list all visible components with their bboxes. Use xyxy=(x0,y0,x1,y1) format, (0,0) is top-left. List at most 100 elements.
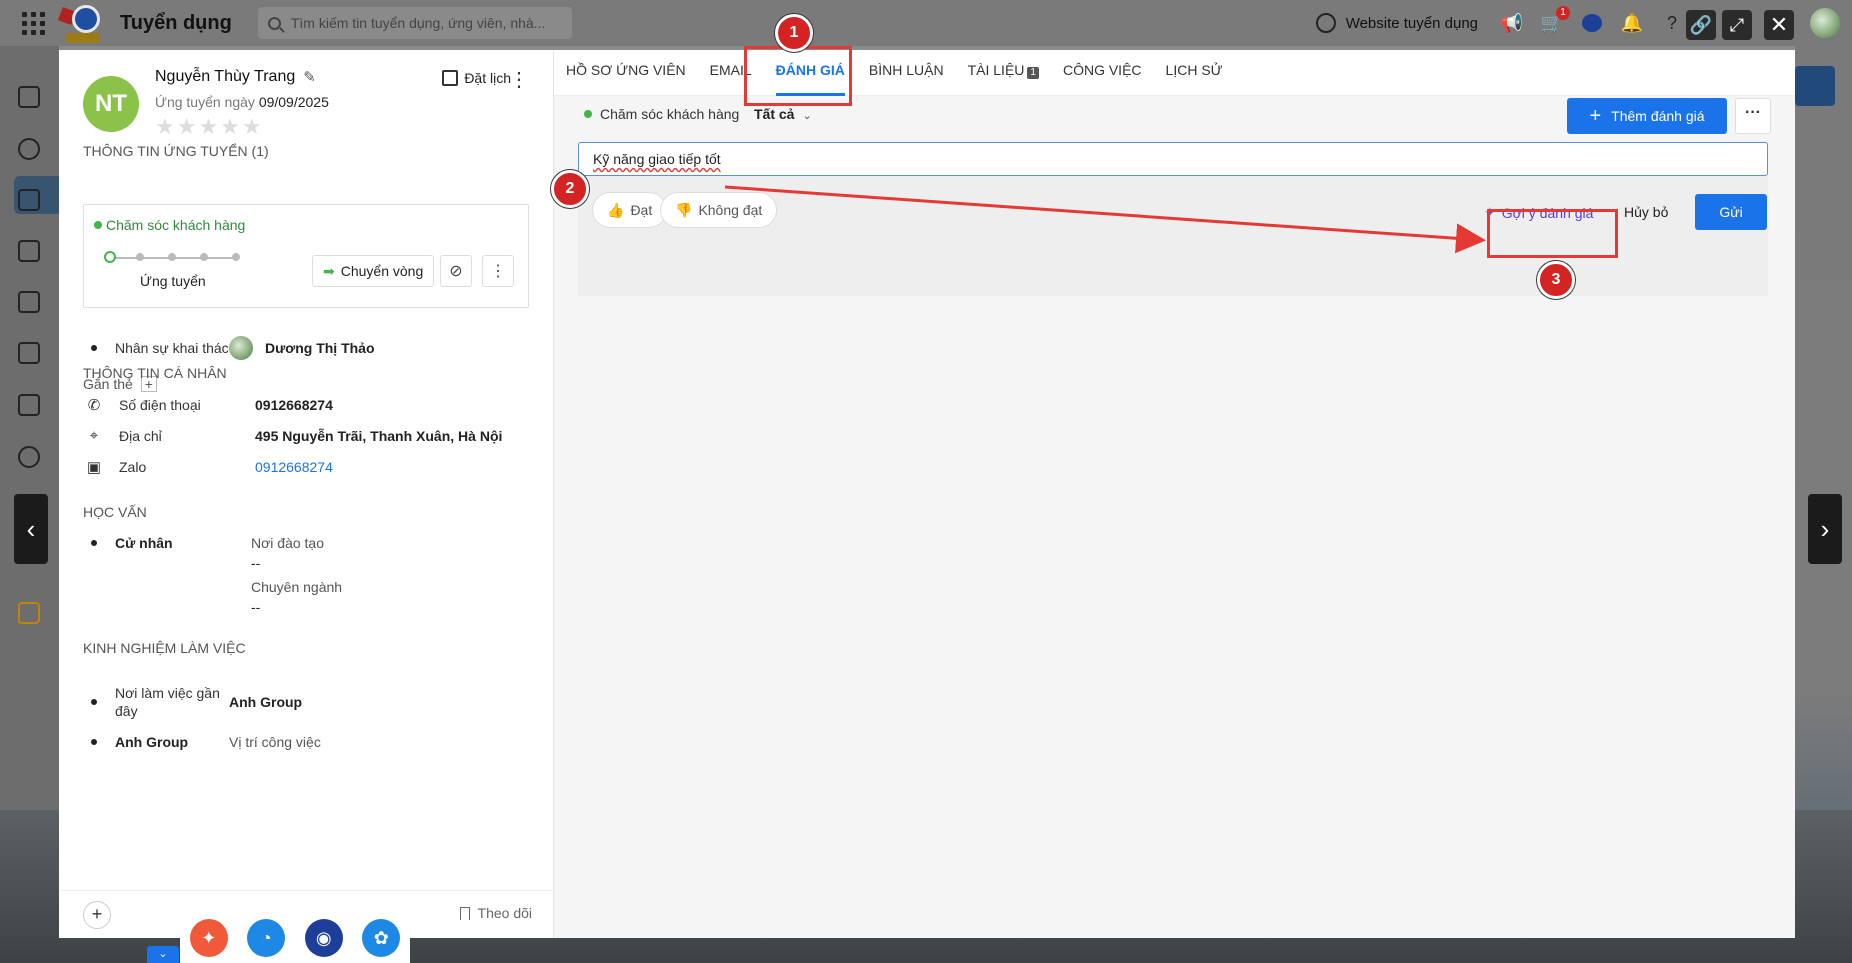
messenger-icon[interactable]: ◔ xyxy=(247,919,286,957)
previous-candidate-arrow[interactable]: ‹ xyxy=(14,494,48,564)
tab-comments[interactable]: BÌNH LUẬN xyxy=(869,50,944,96)
users-icon[interactable] xyxy=(18,138,40,160)
pass-button[interactable]: 👍 Đạt xyxy=(592,192,668,228)
move-stage-button[interactable]: ➡ Chuyển vòng xyxy=(312,255,435,287)
scope-filter-dropdown[interactable]: Tất cả ⌄ xyxy=(754,106,812,122)
recruiter-avatar xyxy=(229,336,253,360)
pipeline-filter[interactable]: Chăm sóc khách hàng xyxy=(584,106,739,122)
bot-icon[interactable]: ◉ xyxy=(304,919,343,957)
tab-documents[interactable]: TÀI LIỆU 1 xyxy=(968,50,1039,96)
send-button[interactable]: Gửi xyxy=(1695,194,1767,230)
school-value: -- xyxy=(251,555,261,571)
collapse-dock-icon[interactable]: ⌄ xyxy=(147,946,179,963)
more-vertical-icon[interactable]: ⋮ xyxy=(482,255,514,287)
candidate-avatar: NT xyxy=(83,76,139,132)
more-actions-button[interactable]: ··· xyxy=(1735,98,1771,134)
follow-button[interactable]: Theo dõi xyxy=(459,905,532,921)
search-placeholder: Tìm kiếm tin tuyển dụng, ứng viên, nhà..… xyxy=(290,15,546,31)
thumbs-down-icon: 👎 xyxy=(675,201,693,218)
application-section-title: THÔNG TIN ỨNG TUYỂN (1) xyxy=(83,143,269,159)
edit-pencil-icon[interactable]: ✎ xyxy=(303,68,316,86)
candidate-profile-panel: NT Nguyễn Thùy Trang ✎ Ứng tuyển ngày 09… xyxy=(59,50,554,938)
tab-history[interactable]: LỊCH SỬ xyxy=(1166,50,1223,96)
schedule-button[interactable]: Đặt lịch xyxy=(442,70,511,86)
arrow-right-icon: ➡ xyxy=(323,262,335,279)
education-section-title: HỌC VẤN xyxy=(83,504,147,520)
candidate-name: Nguyễn Thùy Trang xyxy=(155,68,296,85)
position-label: Vị trí công việc xyxy=(229,734,321,750)
zalo-icon: ▣ xyxy=(86,459,102,476)
next-candidate-arrow[interactable]: › xyxy=(1808,494,1842,564)
team-icon[interactable]: ✿ xyxy=(362,919,401,957)
contact-icon[interactable] xyxy=(18,240,40,262)
degree-value: Cử nhân xyxy=(115,535,173,551)
block-icon[interactable]: ⊘ xyxy=(440,255,472,287)
app-title: Tuyển dụng xyxy=(120,11,232,34)
address-row: ⌖ Địa chỉ 495 Nguyễn Trãi, Thanh Xuân, H… xyxy=(83,427,503,444)
status-dot-icon xyxy=(94,221,102,229)
phone-icon: ✆ xyxy=(87,397,101,414)
thumbs-up-icon: 👍 xyxy=(607,201,625,218)
address-value: 495 Nguyễn Trãi, Thanh Xuân, Hà Nội xyxy=(255,427,503,444)
add-evaluation-button[interactable]: + Thêm đánh giá xyxy=(1567,98,1727,134)
calendar-icon[interactable] xyxy=(18,189,40,211)
company-name: Anh Group xyxy=(115,734,189,750)
bell-icon[interactable]: 🔔 xyxy=(1620,11,1644,35)
ai-assistant-icon[interactable]: ✦ xyxy=(189,919,228,957)
tab-candidate-profile[interactable]: HỒ SƠ ỨNG VIÊN xyxy=(566,50,686,96)
copy-link-icon[interactable]: 🔗 xyxy=(1686,10,1716,40)
fail-button[interactable]: 👎 Không đạt xyxy=(660,192,778,228)
school-label: Nơi đào tạo xyxy=(251,535,325,551)
personal-section-title: THÔNG TIN CÁ NHÂN xyxy=(83,365,227,381)
help-icon[interactable]: ? xyxy=(1660,11,1684,35)
step-marker-3: 3 xyxy=(1537,261,1575,299)
top-bar: Tuyển dụng Tìm kiếm tin tuyển dụng, ứng … xyxy=(0,0,1852,46)
quick-dock: ✦ ◔ ◉ ✿ xyxy=(180,913,410,963)
experience-section-title: KINH NGHIỆM LÀM VIỆC xyxy=(83,640,246,656)
step-marker-2: 2 xyxy=(551,170,589,208)
education-row: Cử nhân Nơi đào tạo -- Chuyên ngành -- xyxy=(83,535,342,615)
board-icon[interactable] xyxy=(18,291,40,313)
cancel-button[interactable]: Hủy bỏ xyxy=(1624,204,1668,220)
notification-badge: 1 xyxy=(1556,6,1570,20)
detail-panel: HỒ SƠ ỨNG VIÊN EMAIL ĐÁNH GIÁ BÌNH LUẬN … xyxy=(554,50,1795,938)
recent-workplace-value: Anh Group xyxy=(229,694,303,710)
gift-icon[interactable] xyxy=(18,602,40,624)
company-row: Anh Group Vị trí công việc xyxy=(83,734,321,750)
cart-icon[interactable]: 🛒 1 xyxy=(1540,6,1570,35)
fullscreen-icon[interactable]: ⤢ xyxy=(1722,10,1752,40)
highlight-tab-evaluation xyxy=(744,46,852,106)
globe-icon xyxy=(1315,13,1336,33)
message-icon[interactable] xyxy=(18,446,40,468)
calendar-add-icon xyxy=(442,70,459,86)
applied-date: Ứng tuyển ngày 09/09/2025 xyxy=(155,94,329,110)
website-link[interactable]: Website tuyển dụng xyxy=(1315,13,1478,33)
pipeline-name[interactable]: Chăm sóc khách hàng xyxy=(106,217,245,233)
recruiter-row: Nhân sự khai thác Dương Thị Thảo xyxy=(83,336,375,360)
detail-tabs: HỒ SƠ ỨNG VIÊN EMAIL ĐÁNH GIÁ BÌNH LUẬN … xyxy=(554,50,1795,96)
global-search-input[interactable]: Tìm kiếm tin tuyển dụng, ứng viên, nhà..… xyxy=(257,7,572,39)
add-icon[interactable]: + xyxy=(83,900,111,929)
more-options-icon[interactable]: ⋮ xyxy=(509,70,529,90)
clipboard-icon[interactable] xyxy=(18,342,40,364)
plus-icon: + xyxy=(1589,104,1602,127)
recent-workplace-row: Nơi làm việc gần đây Anh Group xyxy=(83,684,302,720)
user-avatar[interactable] xyxy=(1810,8,1840,38)
stage-progress xyxy=(104,251,240,263)
megaphone-icon[interactable]: 📢 xyxy=(1500,11,1524,35)
close-icon[interactable]: ✕ xyxy=(1764,10,1794,40)
chevron-down-icon: ⌄ xyxy=(802,110,812,122)
mail-icon[interactable] xyxy=(18,394,40,416)
candidate-modal: NT Nguyễn Thùy Trang ✎ Ứng tuyển ngày 09… xyxy=(59,50,1795,938)
major-label: Chuyên ngành xyxy=(251,579,343,595)
tab-tasks[interactable]: CÔNG VIỆC xyxy=(1063,50,1142,96)
chat-icon[interactable] xyxy=(1580,11,1604,35)
app-logo xyxy=(58,3,102,43)
pipeline-card: Chăm sóc khách hàng Ứng tuyển ➡ Chuyển v… xyxy=(83,204,529,308)
evaluation-input[interactable]: Kỹ năng giao tiếp tốt xyxy=(578,142,1768,176)
rating-stars[interactable]: ★★★★★ xyxy=(155,114,329,140)
dashboard-icon[interactable] xyxy=(18,86,40,108)
apps-grid-icon[interactable] xyxy=(18,8,48,38)
step-marker-1: 1 xyxy=(775,14,813,52)
zalo-link[interactable]: 0912668274 xyxy=(255,459,333,475)
